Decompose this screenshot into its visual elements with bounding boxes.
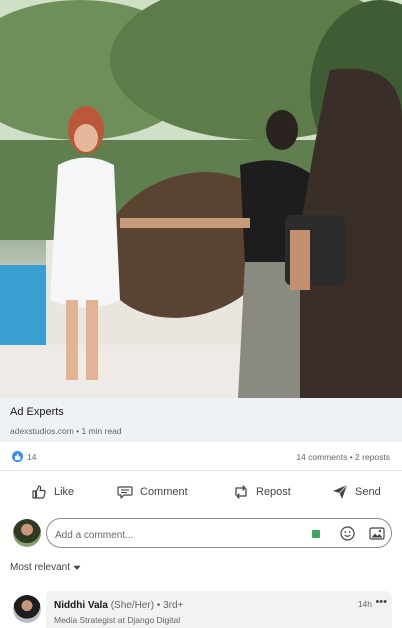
commenter-pronouns: (She/Her)	[110, 600, 155, 611]
repost-label: Repost	[256, 486, 291, 498]
comment-label: Comment	[140, 486, 188, 498]
comment-input-row	[0, 517, 402, 551]
like-label: Like	[54, 486, 75, 498]
commenter-avatar[interactable]	[13, 595, 41, 623]
link-title[interactable]: Ad Experts	[10, 406, 64, 418]
more-options-icon[interactable]: •••	[375, 596, 387, 608]
link-preview-card[interactable]: Ad Experts adexstudios.com • 1 min read	[0, 398, 402, 442]
emoji-icon[interactable]	[340, 526, 355, 541]
status-indicator-icon[interactable]	[312, 530, 320, 538]
send-label: Send	[355, 486, 381, 498]
send-icon	[333, 484, 348, 499]
chevron-down-icon	[73, 565, 81, 570]
connection-degree: • 3rd+	[156, 600, 184, 611]
photo-scene	[0, 0, 402, 398]
image-upload-icon[interactable]	[369, 526, 385, 541]
comment-card: Niddhi Vala (She/Her) • 3rd+ Media Strat…	[46, 591, 392, 628]
comment-input[interactable]	[53, 525, 297, 545]
current-user-avatar[interactable]	[13, 519, 41, 547]
sort-comments-dropdown[interactable]: Most relevant	[10, 562, 81, 573]
comment-box[interactable]	[46, 518, 392, 548]
post-action-bar: Like Comment Repost Send	[0, 478, 402, 506]
sort-label: Most relevant	[10, 562, 71, 573]
send-button[interactable]: Send	[331, 478, 381, 506]
comment-button[interactable]: Comment	[116, 478, 188, 506]
repost-button[interactable]: Repost	[232, 478, 291, 506]
like-button[interactable]: Like	[30, 478, 74, 506]
comments-reposts-count[interactable]: 14 comments • 2 reposts	[296, 452, 390, 462]
commenter-name[interactable]: Niddhi Vala	[54, 600, 108, 611]
social-counts: 14 14 comments • 2 reposts	[0, 448, 402, 466]
repost-icon	[235, 485, 247, 499]
divider	[0, 470, 402, 471]
reaction-count[interactable]: 14	[27, 452, 36, 462]
link-meta: adexstudios.com • 1 min read	[10, 426, 122, 436]
commenter-headline: Media Strategist at Django Digital	[54, 615, 181, 625]
like-reaction-icon	[12, 451, 23, 462]
thumbs-up-icon	[32, 485, 46, 499]
post-image[interactable]	[0, 0, 402, 398]
comment-bubble-icon	[117, 486, 133, 499]
commenter-name-line[interactable]: Niddhi Vala (She/Her) • 3rd+	[54, 600, 183, 611]
comment-timestamp: 14h	[357, 599, 372, 609]
